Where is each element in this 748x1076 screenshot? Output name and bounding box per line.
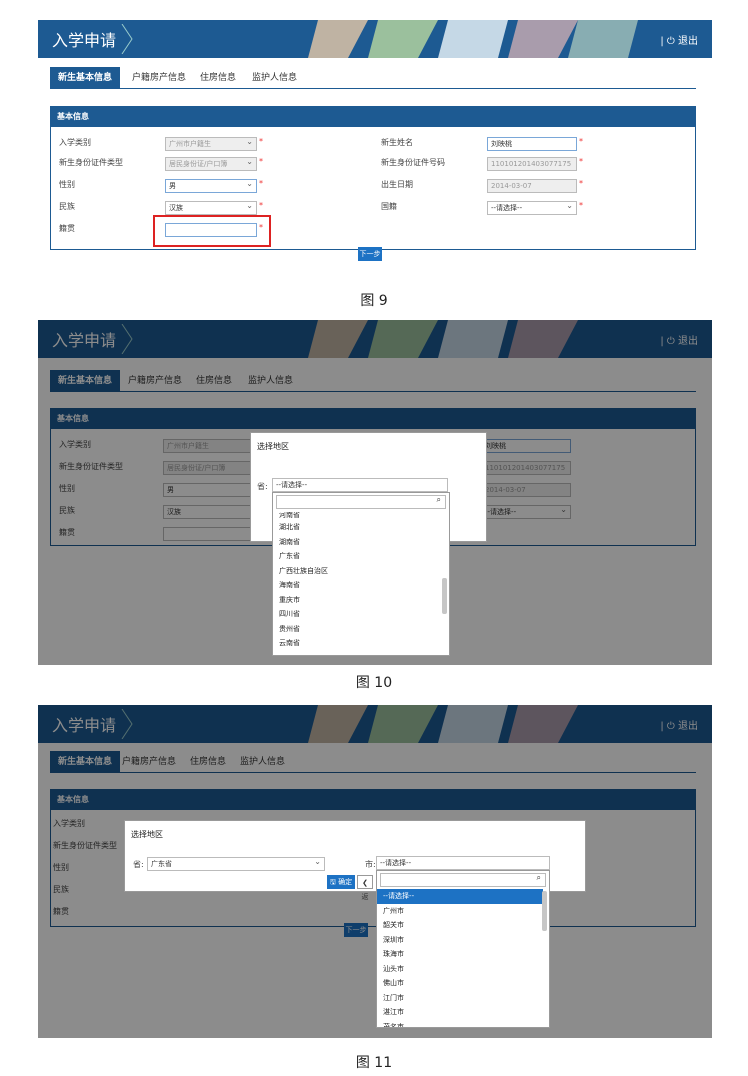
required-mark: * <box>259 137 263 146</box>
title-chevron-icon <box>121 24 133 54</box>
logout-button[interactable]: | ⏻ 退出 <box>660 32 698 47</box>
list-item[interactable]: 佛山市 <box>377 976 543 991</box>
list-item[interactable]: --请选择-- <box>377 889 543 904</box>
list-item[interactable]: 茂名市 <box>377 1020 543 1028</box>
list-item[interactable]: 珠海市 <box>377 947 543 962</box>
list-item[interactable]: 广州市 <box>377 904 543 919</box>
tab-bar: 新生基本信息 户籍房产信息 住房信息 监护人信息 <box>50 67 696 89</box>
highlight-box <box>153 215 271 247</box>
search-icon: ⌕ <box>536 873 541 882</box>
label-id-type: 新生身份证件类型 <box>59 158 123 167</box>
province-label: 省: <box>257 482 268 491</box>
screenshot-fig10: 入学申请 | ⏻ 退出 新生基本信息 户籍房产信息 住房信息 监护人信息 基本信… <box>38 320 712 665</box>
next-button[interactable]: 下一步 <box>358 247 382 261</box>
required-mark: * <box>259 157 263 166</box>
province-options: 河南省 湖北省 湖南省 广东省 广西壮族自治区 海南省 重庆市 四川省 贵州省 … <box>273 512 443 651</box>
required-mark: * <box>259 179 263 188</box>
required-mark: * <box>579 179 583 188</box>
list-item[interactable]: 河南省 <box>273 512 443 520</box>
label-name: 新生姓名 <box>381 138 413 147</box>
list-item[interactable]: 贵州省 <box>273 622 443 637</box>
province-select[interactable]: 广东省 <box>147 856 325 871</box>
back-button[interactable]: ❮ 返 <box>357 875 373 901</box>
required-mark: * <box>579 201 583 210</box>
id-number-input[interactable]: 110101201403077175 <box>487 157 577 171</box>
required-mark: * <box>579 137 583 146</box>
list-item[interactable]: 海南省 <box>273 578 443 593</box>
province-select[interactable]: --请选择-- <box>272 478 448 492</box>
id-type-select[interactable]: 居民身份证/户口簿 <box>165 156 257 171</box>
label-birthdate: 出生日期 <box>381 180 413 189</box>
label-ethnicity: 民族 <box>59 202 75 211</box>
scrollbar[interactable] <box>442 578 447 614</box>
header-decoration <box>308 20 638 58</box>
list-item[interactable]: 韶关市 <box>377 918 543 933</box>
screenshot-fig9: 入学申请 | ⏻ 退出 新生基本信息 户籍房产信息 住房信息 监护人信息 基本信… <box>38 20 712 272</box>
confirm-button[interactable]: 🖫 确定 <box>327 875 355 889</box>
dialog-title: 选择地区 <box>257 442 289 451</box>
list-item[interactable]: 四川省 <box>273 607 443 622</box>
label-native-place: 籍贯 <box>59 224 75 233</box>
basic-info-box: 基本信息 入学类别 新生身份证件类型 性别 民族 籍贯 广州市户籍生 * 居民身… <box>50 106 696 250</box>
city-select[interactable]: --请选择-- <box>376 856 550 870</box>
label-id-number: 新生身份证件号码 <box>381 158 445 167</box>
province-search-input[interactable] <box>276 495 446 509</box>
label-nationality: 国籍 <box>381 202 397 211</box>
gender-select[interactable]: 男 <box>165 178 257 193</box>
app-title: 入学申请 <box>52 31 117 50</box>
city-dropdown: ⌕ --请选择-- 广州市 韶关市 深圳市 珠海市 汕头市 佛山市 江门市 湛江… <box>376 870 550 1028</box>
list-item[interactable]: 重庆市 <box>273 593 443 608</box>
name-input[interactable]: 刘映桃 <box>487 137 577 151</box>
province-dropdown: ⌕ 河南省 湖北省 湖南省 广东省 广西壮族自治区 海南省 重庆市 四川省 贵州… <box>272 492 450 656</box>
ethnicity-select[interactable]: 汉族 <box>165 200 257 215</box>
screenshot-fig11: 入学申请 | ⏻ 退出 新生基本信息 户籍房产信息 住房信息 监护人信息 基本信… <box>38 705 712 1038</box>
caption-fig11: 图 11 <box>355 1055 393 1071</box>
list-item[interactable]: 湖南省 <box>273 535 443 550</box>
list-item[interactable]: 广西壮族自治区 <box>273 564 443 579</box>
list-item[interactable]: 广东省 <box>273 549 443 564</box>
birthdate-input[interactable]: 2014-03-07 <box>487 179 577 193</box>
admission-type-select[interactable]: 广州市户籍生 <box>165 136 257 151</box>
required-mark: * <box>259 201 263 210</box>
tab-basic-info[interactable]: 新生基本信息 <box>50 67 121 89</box>
nationality-select[interactable]: --请选择-- <box>487 200 577 215</box>
list-item[interactable]: 汕头市 <box>377 962 543 977</box>
list-item[interactable]: 湛江市 <box>377 1005 543 1020</box>
tab-guardian[interactable]: 监护人信息 <box>252 67 297 89</box>
app-header: 入学申请 | ⏻ 退出 <box>38 20 712 58</box>
city-options: --请选择-- 广州市 韶关市 深圳市 珠海市 汕头市 佛山市 江门市 湛江市 … <box>377 889 543 1028</box>
label-admission-type: 入学类别 <box>59 138 91 147</box>
required-mark: * <box>579 157 583 166</box>
scrollbar[interactable] <box>542 891 547 931</box>
city-label: 市: <box>365 860 376 869</box>
province-label: 省: <box>133 860 144 869</box>
dialog-title: 选择地区 <box>131 830 163 839</box>
list-item[interactable]: 湖北省 <box>273 520 443 535</box>
caption-fig10: 图 10 <box>355 675 393 691</box>
list-item[interactable]: 江门市 <box>377 991 543 1006</box>
tab-household[interactable]: 户籍房产信息 <box>132 67 186 89</box>
label-gender: 性别 <box>59 180 75 189</box>
city-search-input[interactable] <box>380 873 546 887</box>
caption-fig9: 图 9 <box>360 293 388 309</box>
list-item[interactable]: 云南省 <box>273 636 443 651</box>
list-item[interactable]: 深圳市 <box>377 933 543 948</box>
tab-housing[interactable]: 住房信息 <box>200 67 236 89</box>
search-icon: ⌕ <box>436 495 441 504</box>
section-title: 基本信息 <box>51 107 695 127</box>
